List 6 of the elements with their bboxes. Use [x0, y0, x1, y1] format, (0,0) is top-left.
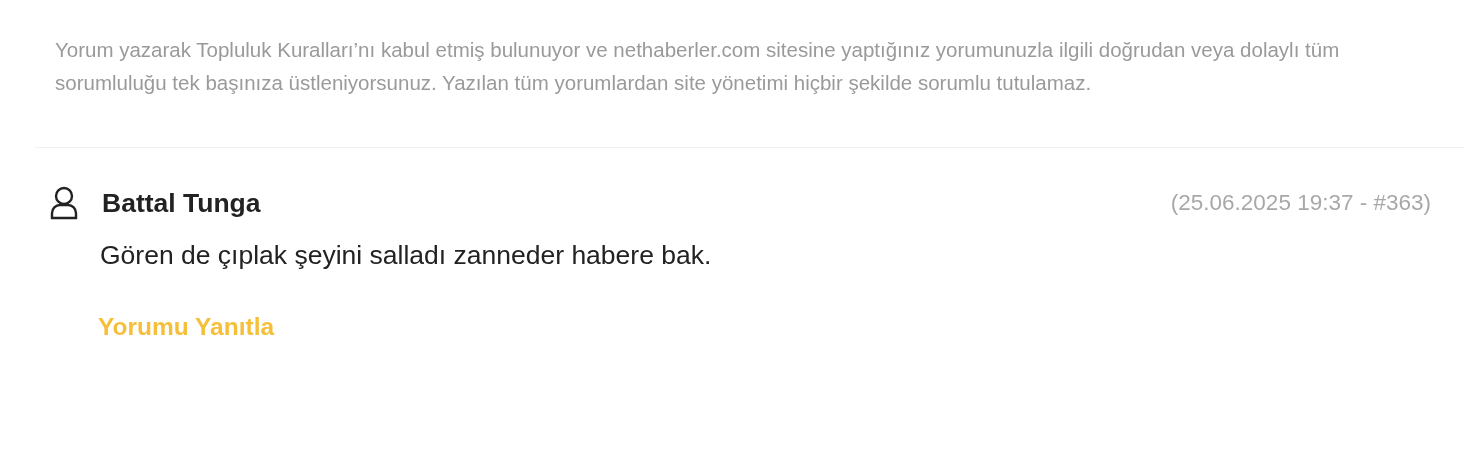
terms-notice: Yorum yazarak Topluluk Kuralları’nı kabul etmiş bulunuyor ve nethaberler.com sitesine yaptığınız yorumunuzla ilgili doğrudan veya dolaylı tüm sorumluluğu tek başınıza üstleniyorsunuz. Yazılan tüm yorumlardan site yönetimi hiçbir şekilde sorumlu tutulamaz. [54, 37, 1341, 96]
comment-author: Battal Tunga [102, 187, 261, 219]
comment-text: Gören de çıplak şeyini salladı zanneder habere bak. [100, 240, 713, 271]
comment-date: (25.06.2025 19:37 - #363) [1170, 190, 1431, 216]
user-icon [50, 186, 78, 220]
reply-link[interactable]: Yorumu Yanıtla [98, 313, 275, 341]
